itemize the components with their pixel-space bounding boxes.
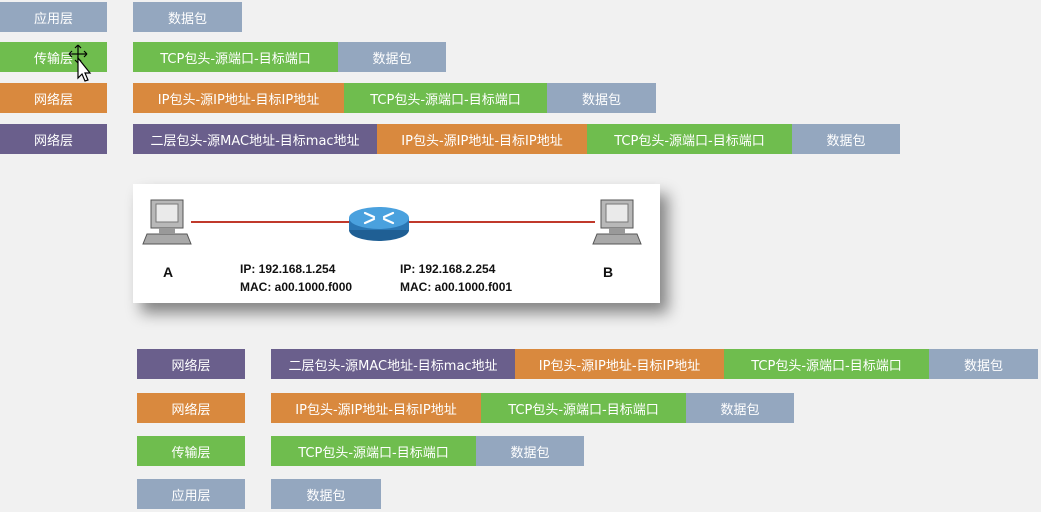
network-diagram-panel: A B IP: 192.168.1.254 MAC: a00.1000.f000…: [133, 184, 660, 303]
right-port-mac: MAC: a00.1000.f001: [400, 280, 513, 294]
layer-label-network-top-1: 网络层: [0, 83, 107, 113]
layer-label-application-bottom: 应用层: [137, 479, 245, 509]
tcp-header-bottom-r2: TCP包头-源端口-目标端口: [481, 393, 686, 423]
host-b-label: B: [603, 264, 614, 280]
tcp-header-top-r4: TCP包头-源端口-目标端口: [587, 124, 792, 154]
layer-label-transport-bottom: 传输层: [137, 436, 245, 466]
packet-data-bottom-r4: 数据包: [271, 479, 381, 509]
packet-data-top-r4: 数据包: [792, 124, 900, 154]
tcp-header-top-r2: TCP包头-源端口-目标端口: [133, 42, 338, 72]
packet-data-top-r2: 数据包: [338, 42, 446, 72]
l2-header-top-r4: 二层包头-源MAC地址-目标mac地址: [133, 124, 377, 154]
packet-data-bottom-r3: 数据包: [476, 436, 584, 466]
computer-icon: [592, 199, 642, 245]
packet-data-bottom-r1: 数据包: [929, 349, 1038, 379]
packet-data-top-r3: 数据包: [547, 83, 656, 113]
layer-label-network-bottom-2: 网络层: [137, 393, 245, 423]
host-a-label: A: [163, 264, 174, 280]
ip-header-bottom-r1: IP包头-源IP地址-目标IP地址: [515, 349, 724, 379]
computer-icon: [142, 199, 192, 245]
left-port-ip: IP: 192.168.1.254: [240, 262, 336, 276]
l2-header-bottom-r1: 二层包头-源MAC地址-目标mac地址: [271, 349, 515, 379]
router-icon: [349, 207, 409, 241]
packet-data-top-r1: 数据包: [133, 2, 242, 32]
topology-drawing: [142, 199, 642, 245]
tcp-header-top-r3: TCP包头-源端口-目标端口: [344, 83, 547, 113]
tcp-header-bottom-r1: TCP包头-源端口-目标端口: [724, 349, 929, 379]
layer-label-network-top-2: 网络层: [0, 124, 107, 154]
layer-label-network-bottom-1: 网络层: [137, 349, 245, 379]
cursor-icon: [68, 44, 92, 82]
ip-header-top-r4: IP包头-源IP地址-目标IP地址: [377, 124, 587, 154]
layer-label-application-top: 应用层: [0, 2, 107, 32]
packet-data-bottom-r2: 数据包: [686, 393, 794, 423]
right-port-ip: IP: 192.168.2.254: [400, 262, 496, 276]
left-port-mac: MAC: a00.1000.f000: [240, 280, 353, 294]
ip-header-top-r3: IP包头-源IP地址-目标IP地址: [133, 83, 344, 113]
tcp-header-bottom-r3: TCP包头-源端口-目标端口: [271, 436, 476, 466]
ip-header-bottom-r2: IP包头-源IP地址-目标IP地址: [271, 393, 481, 423]
